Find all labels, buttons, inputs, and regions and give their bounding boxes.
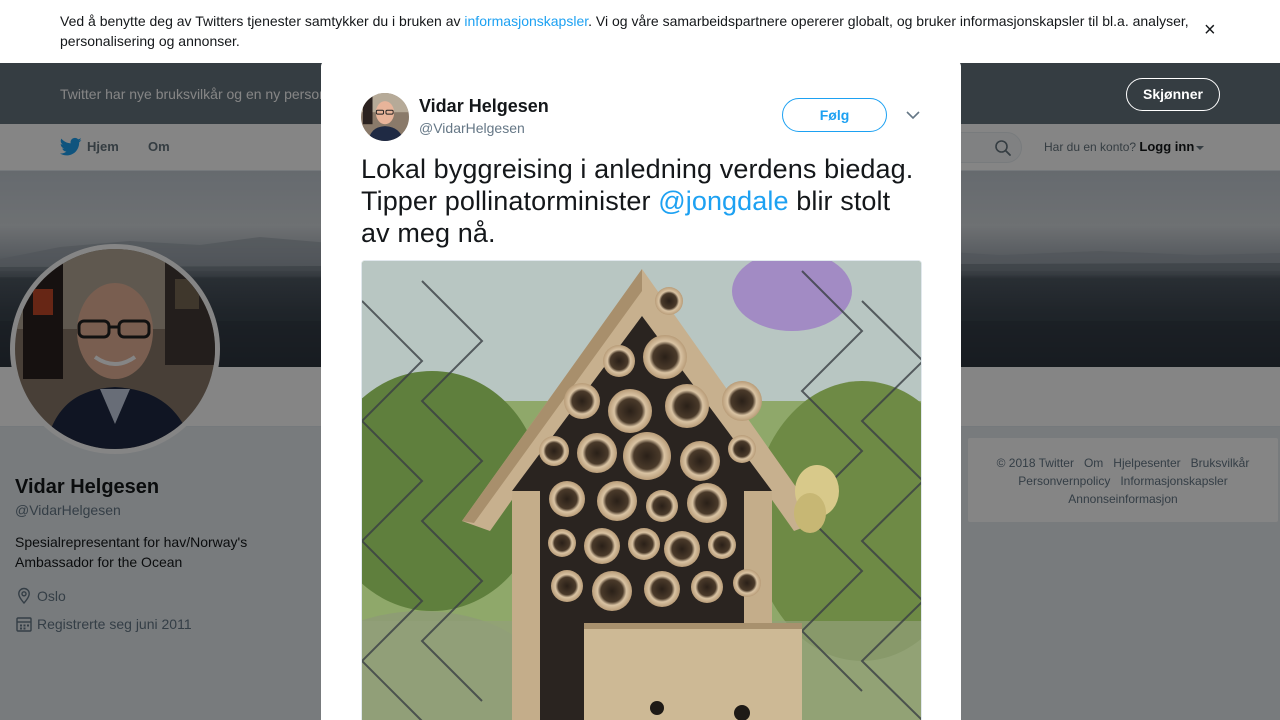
bee-hotel-photo <box>362 261 921 720</box>
tweet-photo[interactable] <box>361 260 922 720</box>
tweet-author-handle[interactable]: @VidarHelgesen <box>419 119 525 137</box>
tos-accept-button[interactable]: Skjønner <box>1126 78 1220 111</box>
avatar-photo-small <box>361 93 409 141</box>
tweet-mention-link[interactable]: @jongdale <box>658 186 788 216</box>
follow-button[interactable]: Følg <box>782 98 887 132</box>
chevron-down-icon[interactable] <box>905 109 921 121</box>
tweet-text: Lokal byggreising i anledning verdens bi… <box>361 153 921 249</box>
tweet-author-avatar[interactable] <box>361 93 409 141</box>
cookie-text: Ved å benytte deg av Twitters tjenester … <box>60 11 1200 51</box>
cookie-policy-link[interactable]: informasjonskapsler <box>464 13 588 29</box>
tweet-author-name[interactable]: Vidar Helgesen <box>419 95 549 117</box>
cookie-close-button[interactable]: × <box>1204 18 1216 42</box>
cookie-banner: Ved å benytte deg av Twitters tjenester … <box>0 0 1280 63</box>
tweet-modal: Vidar Helgesen @VidarHelgesen Følg Lokal… <box>321 61 961 720</box>
cookie-text-before: Ved å benytte deg av Twitters tjenester … <box>60 13 465 29</box>
